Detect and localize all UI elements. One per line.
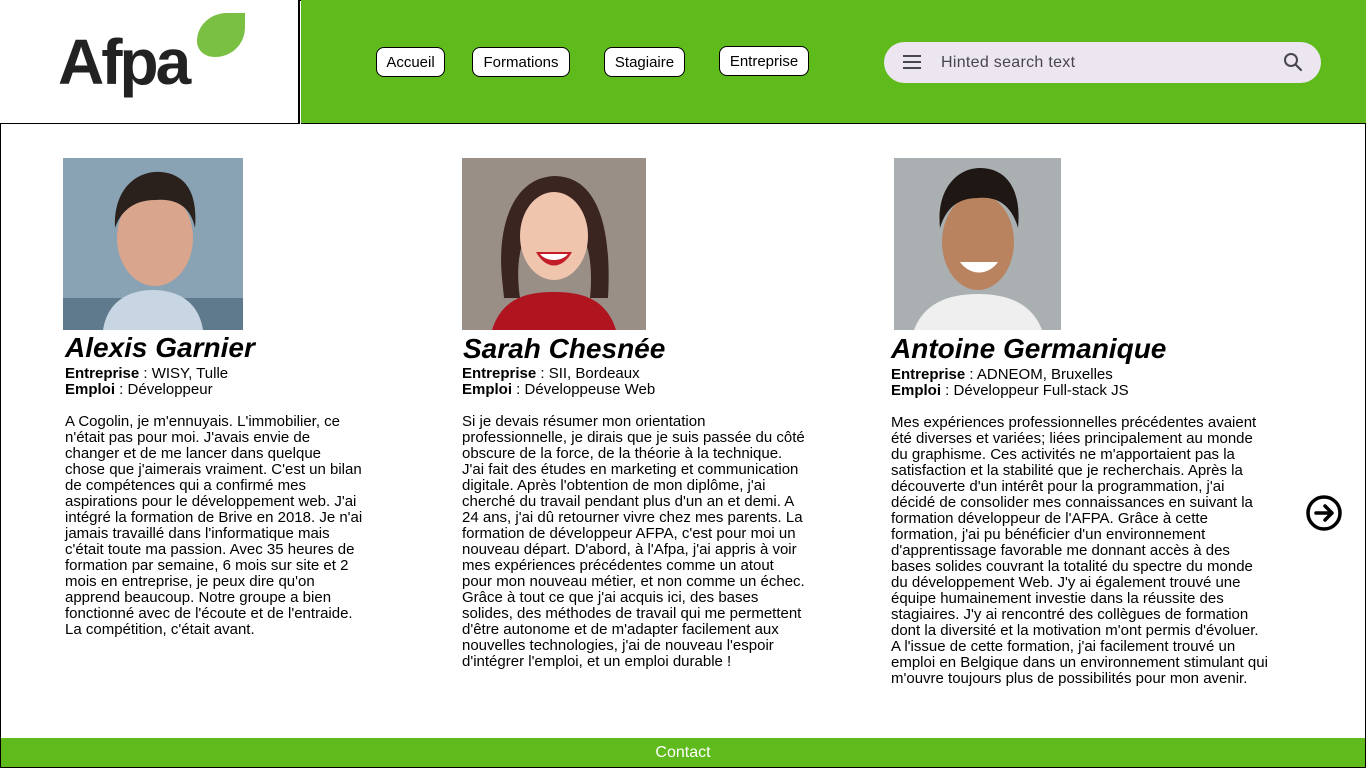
testimonial-text: A Cogolin, je m'ennuyais. L'immobilier, … — [65, 413, 363, 638]
company-value: : WISY, Tulle — [139, 365, 229, 382]
company-value: : SII, Bordeaux — [536, 365, 640, 382]
search-input[interactable] — [939, 52, 1273, 74]
job-label: Emploi — [891, 382, 942, 399]
company-line: Entreprise : ADNEOM, Bruxelles — [891, 367, 1113, 383]
avatar — [63, 158, 243, 330]
logo-text: Afpa — [58, 26, 191, 98]
job-line: Emploi : Développeur Full-stack JS — [891, 383, 1129, 399]
nav-entreprise-button[interactable]: Entreprise — [719, 46, 809, 76]
job-value: : Développeur Full-stack JS — [941, 382, 1129, 399]
company-label: Entreprise — [891, 366, 966, 383]
company-value: : ADNEOM, Bruxelles — [965, 366, 1113, 383]
footer-contact-link[interactable]: Contact — [1, 738, 1365, 767]
search-icon[interactable] — [1283, 52, 1303, 72]
job-line: Emploi : Développeur — [65, 382, 213, 398]
person-name: Alexis Garnier — [65, 332, 255, 363]
search-bar — [884, 42, 1321, 83]
job-value: : Développeuse Web — [512, 381, 656, 398]
avatar — [894, 158, 1061, 330]
menu-icon[interactable] — [903, 55, 921, 69]
company-label: Entreprise — [65, 365, 140, 382]
company-label: Entreprise — [462, 365, 537, 382]
job-label: Emploi — [462, 381, 513, 398]
job-label: Emploi — [65, 381, 116, 398]
nav-accueil-button[interactable]: Accueil — [376, 47, 445, 77]
company-line: Entreprise : SII, Bordeaux — [462, 366, 640, 382]
company-line: Entreprise : WISY, Tulle — [65, 366, 228, 382]
job-line: Emploi : Développeuse Web — [462, 382, 655, 398]
person-name: Antoine Germanique — [891, 333, 1167, 364]
avatar — [462, 158, 646, 330]
nav-stagiaire-button[interactable]: Stagiaire — [604, 47, 685, 77]
logo[interactable]: Afpa — [0, 0, 300, 124]
job-value: : Développeur — [115, 381, 213, 398]
arrow-right-circle-icon[interactable] — [1305, 494, 1343, 532]
header: Afpa Accueil Formations Stagiaire Entrep… — [0, 0, 1366, 125]
testimonial-text: Si je devais résumer mon orientation pro… — [462, 413, 805, 670]
person-name: Sarah Chesnée — [463, 333, 666, 364]
testimonial-text: Mes expériences professionnelles précéde… — [891, 414, 1268, 687]
leaf-icon — [197, 13, 245, 57]
nav-formations-button[interactable]: Formations — [472, 47, 570, 77]
